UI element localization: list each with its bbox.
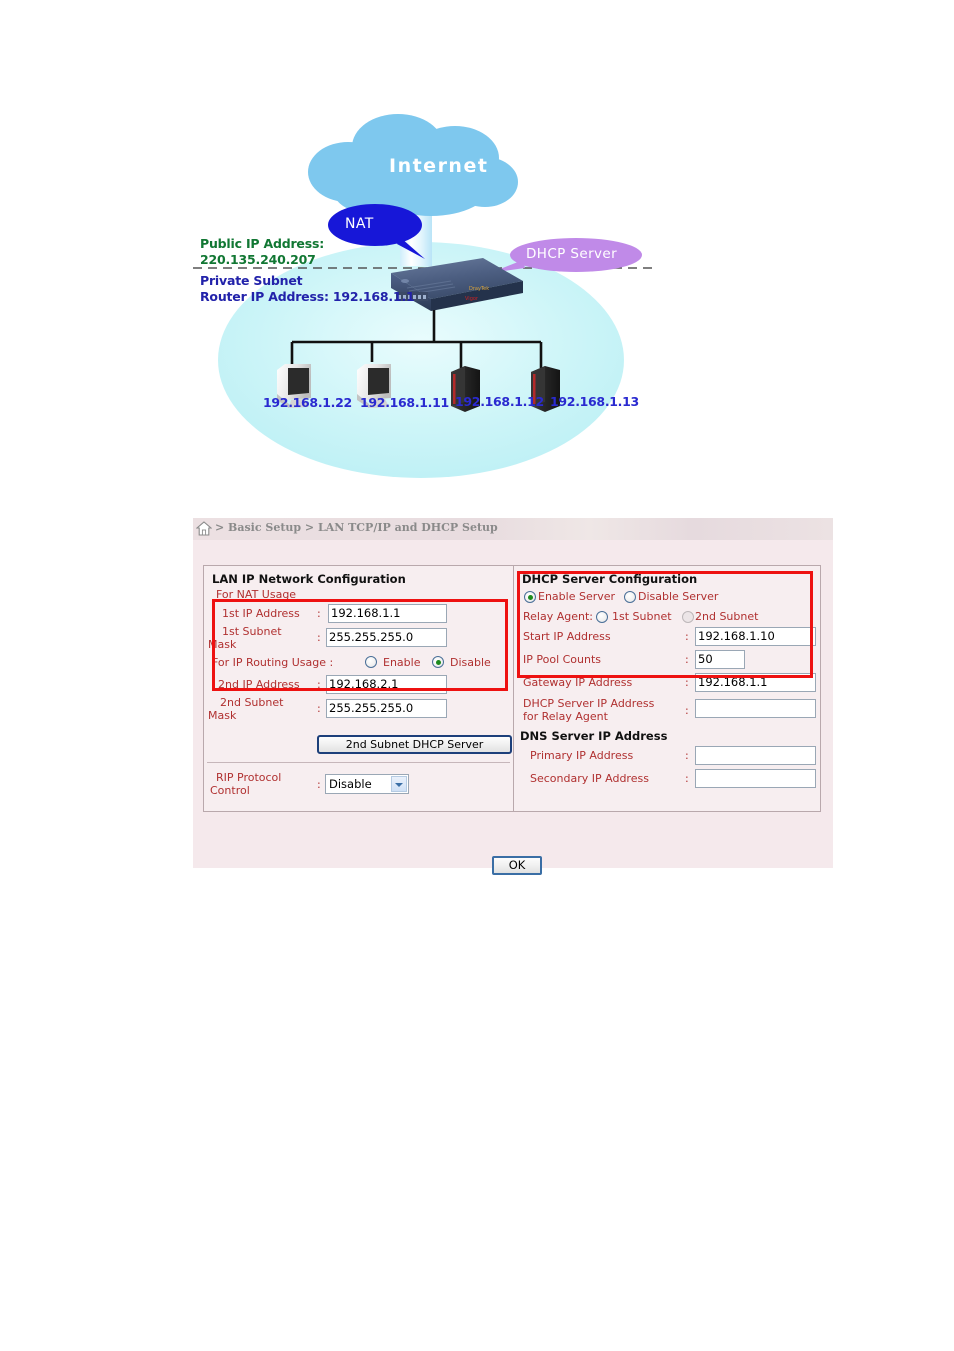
relay-first-subnet-label: 1st Subnet	[612, 610, 672, 623]
dhcp-bubble-label: DHCP Server	[526, 246, 618, 262]
dns-secondary-input[interactable]	[695, 769, 816, 788]
relay-server-ip-label-line1: DHCP Server IP Address	[523, 697, 655, 710]
lan-section-title: LAN IP Network Configuration	[212, 572, 406, 586]
dns-primary-input[interactable]	[695, 746, 816, 765]
cloud-label: Internet	[389, 155, 489, 177]
rip-protocol-label-line1: RIP Protocol	[216, 771, 282, 784]
dhcp-enable-server-label: Enable Server	[538, 590, 616, 603]
rip-protocol-label-line2: Control	[210, 784, 250, 797]
ip-routing-enable-label: Enable	[383, 656, 421, 669]
second-ip-address-label: 2nd IP Address	[218, 678, 300, 691]
ip-pool-counts-input[interactable]: 50	[695, 650, 745, 669]
colon-separator: :	[317, 607, 321, 620]
host-ip-label: 192.168.1.13	[550, 394, 639, 409]
ip-routing-disable-radio[interactable]	[432, 656, 444, 668]
rip-protocol-selected-value: Disable	[329, 777, 372, 791]
config-panel: LAN IP Network Configuration For NAT Usa…	[203, 565, 821, 812]
colon-separator: :	[685, 749, 689, 762]
router-ip-label: Router IP Address: 192.168.1.1	[200, 289, 415, 304]
colon-separator: :	[685, 630, 689, 643]
svg-text:DrayTek: DrayTek	[469, 286, 489, 292]
first-subnet-mask-label-line2: Mask	[208, 638, 237, 651]
config-form-area: LAN IP Network Configuration For NAT Usa…	[193, 540, 833, 875]
second-subnet-dhcp-server-button[interactable]: 2nd Subnet DHCP Server	[317, 735, 512, 754]
section-divider	[207, 762, 510, 763]
relay-second-subnet-label: 2nd Subnet	[695, 610, 759, 623]
second-subnet-mask-input[interactable]: 255.255.255.0	[326, 699, 447, 718]
relay-first-subnet-radio[interactable]	[596, 611, 608, 623]
colon-separator: :	[685, 653, 689, 666]
first-subnet-mask-label-line1: 1st Subnet	[222, 625, 282, 638]
colon-separator: :	[317, 678, 321, 691]
gateway-ip-address-input[interactable]: 192.168.1.1	[695, 673, 816, 692]
relay-server-ip-input[interactable]	[695, 699, 816, 718]
second-ip-address-input[interactable]: 192.168.2.1	[326, 675, 447, 694]
for-nat-usage-label: For NAT Usage	[216, 588, 297, 601]
breadcrumb: > Basic Setup > LAN TCP/IP and DHCP Setu…	[215, 521, 498, 534]
gateway-ip-address-label: Gateway IP Address	[523, 676, 633, 689]
dns-primary-label: Primary IP Address	[530, 749, 634, 762]
chevron-down-icon[interactable]	[391, 776, 407, 792]
rip-protocol-select[interactable]: Disable	[325, 774, 409, 794]
ip-routing-disable-label: Disable	[450, 656, 491, 669]
nat-bubble-label: NAT	[345, 216, 374, 232]
colon-separator: :	[317, 778, 321, 791]
relay-second-subnet-radio[interactable]	[682, 611, 694, 623]
router-config-page: > Basic Setup > LAN TCP/IP and DHCP Setu…	[193, 518, 833, 875]
dhcp-disable-server-label: Disable Server	[638, 590, 719, 603]
dns-section-title: DNS Server IP Address	[520, 729, 668, 743]
host-ip-label: 192.168.1.22	[263, 395, 352, 410]
public-ip-value: 220.135.240.207	[200, 252, 316, 267]
ip-routing-enable-radio[interactable]	[365, 656, 377, 668]
dhcp-server-configuration-section: DHCP Server Configuration Enable Server …	[514, 566, 820, 811]
relay-server-ip-label-line2: for Relay Agent	[523, 710, 608, 723]
colon-separator: :	[685, 772, 689, 785]
host-ip-label: 192.168.1.11	[360, 395, 449, 410]
dns-secondary-label: Secondary IP Address	[530, 772, 649, 785]
private-subnet-label: Private Subnet	[200, 273, 303, 288]
ip-routing-usage-label: For IP Routing Usage :	[212, 656, 334, 669]
lan-ip-network-configuration-section: LAN IP Network Configuration For NAT Usa…	[204, 566, 514, 811]
dhcp-enable-server-radio[interactable]	[524, 591, 536, 603]
first-ip-address-label: 1st IP Address	[222, 607, 300, 620]
public-ip-title: Public IP Address:	[200, 236, 324, 251]
first-subnet-mask-input[interactable]: 255.255.255.0	[326, 628, 447, 647]
ok-button[interactable]: OK	[492, 856, 542, 875]
colon-separator: :	[317, 702, 321, 715]
start-ip-address-label: Start IP Address	[523, 630, 611, 643]
relay-agent-label: Relay Agent:	[523, 610, 593, 623]
home-icon[interactable]	[196, 521, 212, 536]
second-subnet-mask-label-line1: 2nd Subnet	[220, 696, 284, 709]
colon-separator: :	[317, 631, 321, 644]
svg-text:Vigor: Vigor	[465, 296, 479, 302]
host-ip-label: 192.168.1.12	[455, 394, 544, 409]
start-ip-address-input[interactable]: 192.168.1.10	[695, 627, 816, 646]
page-titlebar: > Basic Setup > LAN TCP/IP and DHCP Setu…	[193, 518, 833, 541]
second-subnet-mask-label-line2: Mask	[208, 709, 237, 722]
ip-pool-counts-label: IP Pool Counts	[523, 653, 602, 666]
colon-separator: :	[685, 704, 689, 717]
dhcp-section-title: DHCP Server Configuration	[522, 572, 698, 586]
colon-separator: :	[685, 676, 689, 689]
first-ip-address-input[interactable]: 192.168.1.1	[328, 604, 447, 623]
network-topology-diagram: DrayTek Vigor Internet NAT DHCP Server P…	[193, 110, 653, 485]
dhcp-disable-server-radio[interactable]	[624, 591, 636, 603]
